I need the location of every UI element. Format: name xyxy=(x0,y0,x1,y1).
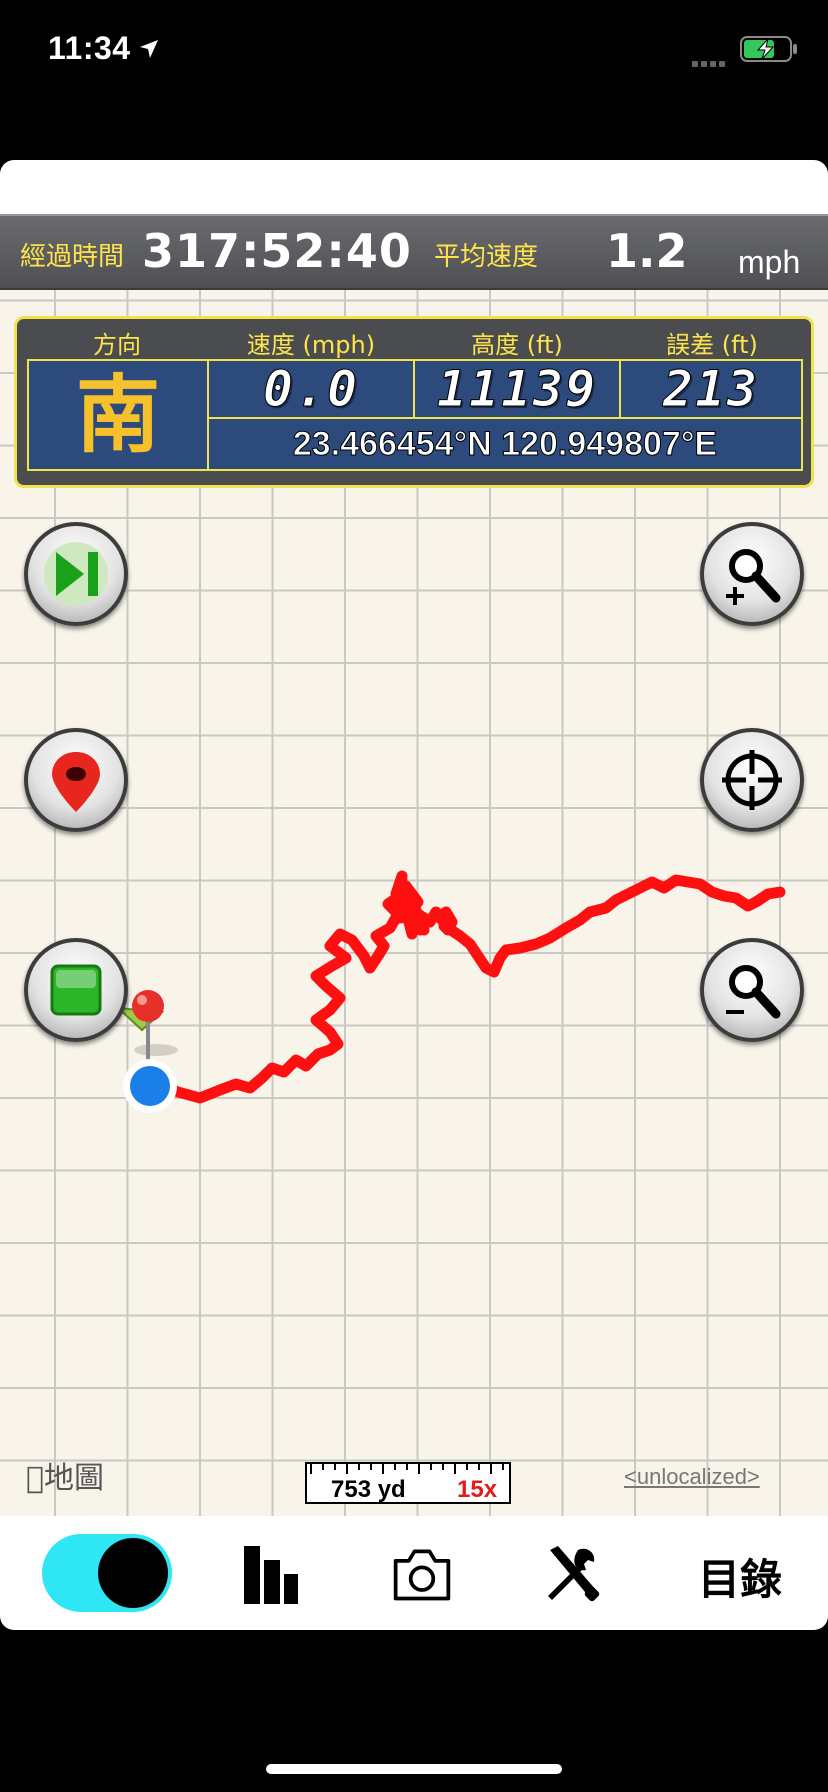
tools-icon[interactable] xyxy=(540,1542,604,1606)
average-speed-unit: mph xyxy=(738,244,801,280)
maps-attribution-label: 地圖 xyxy=(26,1461,104,1496)
home-indicator xyxy=(266,1764,562,1774)
cellular-signal-icon xyxy=(692,52,730,67)
elapsed-time-value: 317:52:40 xyxy=(142,224,412,278)
stats-icon[interactable] xyxy=(240,1542,304,1606)
map-scale-bar: 753 yd 15x xyxy=(305,1462,511,1504)
tracking-toggle[interactable] xyxy=(42,1534,172,1612)
average-speed-value: 1.2 xyxy=(606,224,688,278)
play-next-icon xyxy=(44,542,108,606)
toggle-knob xyxy=(98,1538,168,1608)
zoom-in-icon xyxy=(726,549,781,605)
altitude-header: 高度 (ft) xyxy=(471,331,563,359)
scale-zoom-level: 15x xyxy=(457,1476,498,1503)
bottom-toolbar: 目錄 xyxy=(0,1516,828,1630)
app-top-strip xyxy=(0,160,828,214)
speed-header: 速度 (mph) xyxy=(246,331,376,359)
zoom-out-icon xyxy=(726,965,781,1019)
legal-link[interactable]: <unlocalized> xyxy=(624,1464,760,1490)
zoom-out-button[interactable] xyxy=(700,938,804,1042)
coordinates-value: 23.466454°N 120.949807°E xyxy=(292,425,718,464)
current-location-dot-icon xyxy=(123,1059,177,1113)
catalog-button[interactable]: 目錄 xyxy=(698,1546,782,1607)
error-cell: 213 xyxy=(621,361,801,419)
instrument-grid: 南 0.0 11139 213 23.466454°N 120.949807°E xyxy=(27,359,803,471)
altitude-value: 11139 xyxy=(436,360,598,418)
stop-button[interactable] xyxy=(24,938,128,1042)
apple-logo-icon:  xyxy=(26,1461,44,1496)
location-arrow-icon xyxy=(140,40,158,58)
altitude-cell: 11139 xyxy=(415,361,621,419)
status-bar: 11:34 xyxy=(0,0,828,100)
battery-charging-icon xyxy=(740,36,797,62)
speed-value: 0.0 xyxy=(262,360,360,418)
error-header: 誤差 (ft) xyxy=(666,331,758,359)
map-pin-icon xyxy=(52,752,100,812)
speed-cell: 0.0 xyxy=(209,361,415,419)
camera-icon[interactable] xyxy=(390,1542,454,1606)
zoom-in-button[interactable] xyxy=(700,522,804,626)
status-time: 11:34 xyxy=(48,30,131,66)
drop-pin-button[interactable] xyxy=(24,728,128,832)
scale-distance: 753 yd xyxy=(331,1476,406,1503)
error-value: 213 xyxy=(662,360,760,418)
play-next-button[interactable] xyxy=(24,522,128,626)
stop-icon xyxy=(50,964,102,1016)
locate-crosshair-icon xyxy=(722,750,782,810)
locate-me-button[interactable] xyxy=(700,728,804,832)
direction-header: 方向 xyxy=(93,331,141,359)
instrument-panel: 方向 速度 (mph) 高度 (ft) 誤差 (ft) 南 0.0 11139 … xyxy=(14,316,814,488)
elapsed-time-label: 經過時間 xyxy=(20,242,125,272)
direction-value: 南 xyxy=(29,361,209,469)
maps-attribution: 地圖 xyxy=(26,1453,104,1497)
scale-ticks xyxy=(310,1464,504,1474)
average-speed-label: 平均速度 xyxy=(434,242,539,272)
trip-info-bar: 經過時間 317:52:40 平均速度 1.2 mph xyxy=(0,214,828,290)
